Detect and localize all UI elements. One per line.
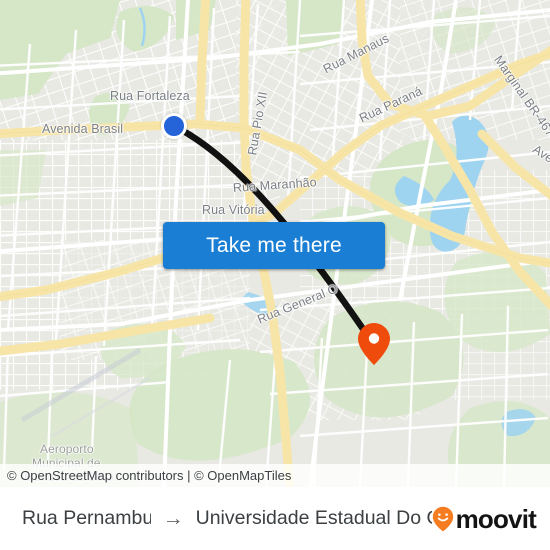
route-destination-label: Universidade Estadual Do Oest... (195, 507, 432, 529)
arrow-right-icon: → (162, 507, 184, 530)
destination-marker[interactable] (357, 322, 391, 366)
route-summary[interactable]: Rua Pernambuc... → Universidade Estadual… (8, 507, 432, 530)
moovit-logo[interactable]: moovit (432, 506, 540, 532)
app-screen: Rua Fortaleza Avenida Brasil Rua Pio XII… (0, 0, 550, 550)
take-me-there-button[interactable]: Take me there (163, 222, 385, 269)
moovit-pin-icon (432, 506, 453, 531)
bottom-bar: Rua Pernambuc... → Universidade Estadual… (0, 487, 550, 550)
cta-label: Take me there (206, 233, 342, 257)
origin-marker[interactable] (161, 113, 187, 139)
moovit-wordmark: moovit (455, 503, 537, 534)
map-pin-icon (358, 323, 390, 365)
route-origin-label: Rua Pernambuc... (22, 507, 151, 529)
map-attribution[interactable]: © OpenStreetMap contributors | © OpenMap… (0, 464, 550, 487)
